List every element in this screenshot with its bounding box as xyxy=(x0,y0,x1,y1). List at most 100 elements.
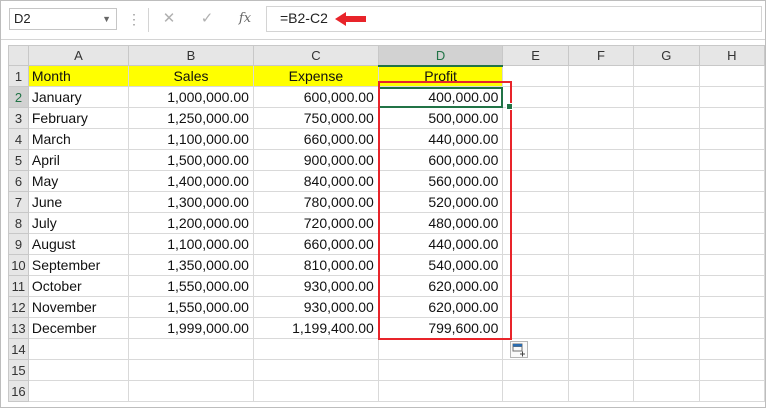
cell-f13[interactable] xyxy=(567,317,635,339)
cell-f2[interactable] xyxy=(567,86,635,108)
cell-c8[interactable]: 720,000.00 xyxy=(252,212,379,234)
row-header[interactable]: 11 xyxy=(8,275,29,297)
cell-e9[interactable] xyxy=(502,233,569,255)
column-header-a[interactable]: A xyxy=(27,45,130,66)
cell-c2[interactable]: 600,000.00 xyxy=(252,86,379,108)
cell-b14[interactable] xyxy=(128,338,254,360)
cell-h12[interactable] xyxy=(698,296,765,318)
cell-g7[interactable] xyxy=(633,191,700,213)
cell-c9[interactable]: 660,000.00 xyxy=(252,233,379,255)
cell-c14[interactable] xyxy=(252,338,379,360)
cell-g11[interactable] xyxy=(633,275,700,297)
cell-c10[interactable]: 810,000.00 xyxy=(252,254,379,276)
cell-b6[interactable]: 1,400,000.00 xyxy=(128,170,254,192)
cell-h4[interactable] xyxy=(698,128,765,150)
cell-a13[interactable]: December xyxy=(27,317,130,339)
cell-b11[interactable]: 1,550,000.00 xyxy=(128,275,254,297)
cell-g15[interactable] xyxy=(633,359,700,381)
cell-b3[interactable]: 1,250,000.00 xyxy=(128,107,254,129)
cell-e5[interactable] xyxy=(502,149,569,171)
cell-a15[interactable] xyxy=(27,359,130,381)
cell-b16[interactable] xyxy=(128,380,254,402)
cell-f15[interactable] xyxy=(567,359,635,381)
cell-e12[interactable] xyxy=(502,296,569,318)
cell-e3[interactable] xyxy=(502,107,569,129)
cell-h14[interactable] xyxy=(698,338,765,360)
cell-f8[interactable] xyxy=(567,212,635,234)
cell-e11[interactable] xyxy=(502,275,569,297)
cell-c4[interactable]: 660,000.00 xyxy=(252,128,379,150)
column-header-g[interactable]: G xyxy=(633,45,700,66)
cell-f7[interactable] xyxy=(567,191,635,213)
cell-e16[interactable] xyxy=(502,380,569,402)
cell-e4[interactable] xyxy=(502,128,569,150)
cell-c3[interactable]: 750,000.00 xyxy=(252,107,379,129)
cell-h7[interactable] xyxy=(698,191,765,213)
cell-f11[interactable] xyxy=(567,275,635,297)
column-header-e[interactable]: E xyxy=(502,45,569,66)
cell-d13[interactable]: 799,600.00 xyxy=(377,317,504,339)
cell-h3[interactable] xyxy=(698,107,765,129)
cell-a5[interactable]: April xyxy=(27,149,130,171)
cell-b10[interactable]: 1,350,000.00 xyxy=(128,254,254,276)
row-header[interactable]: 7 xyxy=(8,191,29,213)
cell-d1[interactable]: Profit xyxy=(377,65,504,87)
cell-a9[interactable]: August xyxy=(27,233,130,255)
row-header[interactable]: 14 xyxy=(8,338,29,360)
row-header[interactable]: 12 xyxy=(8,296,29,318)
cell-h10[interactable] xyxy=(698,254,765,276)
cell-b13[interactable]: 1,999,000.00 xyxy=(128,317,254,339)
row-header[interactable]: 8 xyxy=(8,212,29,234)
cell-h13[interactable] xyxy=(698,317,765,339)
enter-icon[interactable]: ✓ xyxy=(197,9,217,29)
cancel-icon[interactable]: ✕ xyxy=(159,9,179,29)
cell-d12[interactable]: 620,000.00 xyxy=(377,296,504,318)
cell-a16[interactable] xyxy=(27,380,130,402)
cell-h9[interactable] xyxy=(698,233,765,255)
column-header-d[interactable]: D xyxy=(377,45,504,67)
cell-e10[interactable] xyxy=(502,254,569,276)
cell-g13[interactable] xyxy=(633,317,700,339)
cell-c1[interactable]: Expense xyxy=(252,65,379,87)
cell-b8[interactable]: 1,200,000.00 xyxy=(128,212,254,234)
cell-b7[interactable]: 1,300,000.00 xyxy=(128,191,254,213)
cell-f16[interactable] xyxy=(567,380,635,402)
cell-d14[interactable] xyxy=(377,338,504,360)
row-header[interactable]: 15 xyxy=(8,359,29,381)
cell-b12[interactable]: 1,550,000.00 xyxy=(128,296,254,318)
cell-f5[interactable] xyxy=(567,149,635,171)
row-header[interactable]: 1 xyxy=(8,65,29,87)
cell-c6[interactable]: 840,000.00 xyxy=(252,170,379,192)
cell-c11[interactable]: 930,000.00 xyxy=(252,275,379,297)
cell-a8[interactable]: July xyxy=(27,212,130,234)
row-header[interactable]: 9 xyxy=(8,233,29,255)
chevron-down-icon[interactable]: ▼ xyxy=(102,9,111,29)
cell-d10[interactable]: 540,000.00 xyxy=(377,254,504,276)
row-header[interactable]: 5 xyxy=(8,149,29,171)
cell-f10[interactable] xyxy=(567,254,635,276)
cell-h15[interactable] xyxy=(698,359,765,381)
cell-g3[interactable] xyxy=(633,107,700,129)
cell-d5[interactable]: 600,000.00 xyxy=(377,149,504,171)
cell-b9[interactable]: 1,100,000.00 xyxy=(128,233,254,255)
cell-g9[interactable] xyxy=(633,233,700,255)
cell-f9[interactable] xyxy=(567,233,635,255)
column-header-f[interactable]: F xyxy=(567,45,635,66)
cell-e15[interactable] xyxy=(502,359,569,381)
cell-g8[interactable] xyxy=(633,212,700,234)
cell-d6[interactable]: 560,000.00 xyxy=(377,170,504,192)
name-box[interactable]: D2 ▼ xyxy=(9,8,117,30)
cell-e8[interactable] xyxy=(502,212,569,234)
cell-g2[interactable] xyxy=(633,86,700,108)
cell-d11[interactable]: 620,000.00 xyxy=(377,275,504,297)
cell-a1[interactable]: Month xyxy=(27,65,130,87)
cell-g14[interactable] xyxy=(633,338,700,360)
cell-g5[interactable] xyxy=(633,149,700,171)
cell-d2[interactable]: 400,000.00 xyxy=(377,86,504,108)
cell-a14[interactable] xyxy=(27,338,130,360)
fill-handle[interactable] xyxy=(506,103,513,110)
cell-g6[interactable] xyxy=(633,170,700,192)
cell-h16[interactable] xyxy=(698,380,765,402)
row-header[interactable]: 16 xyxy=(8,380,29,402)
more-options-icon[interactable]: ⋮ xyxy=(127,11,141,27)
